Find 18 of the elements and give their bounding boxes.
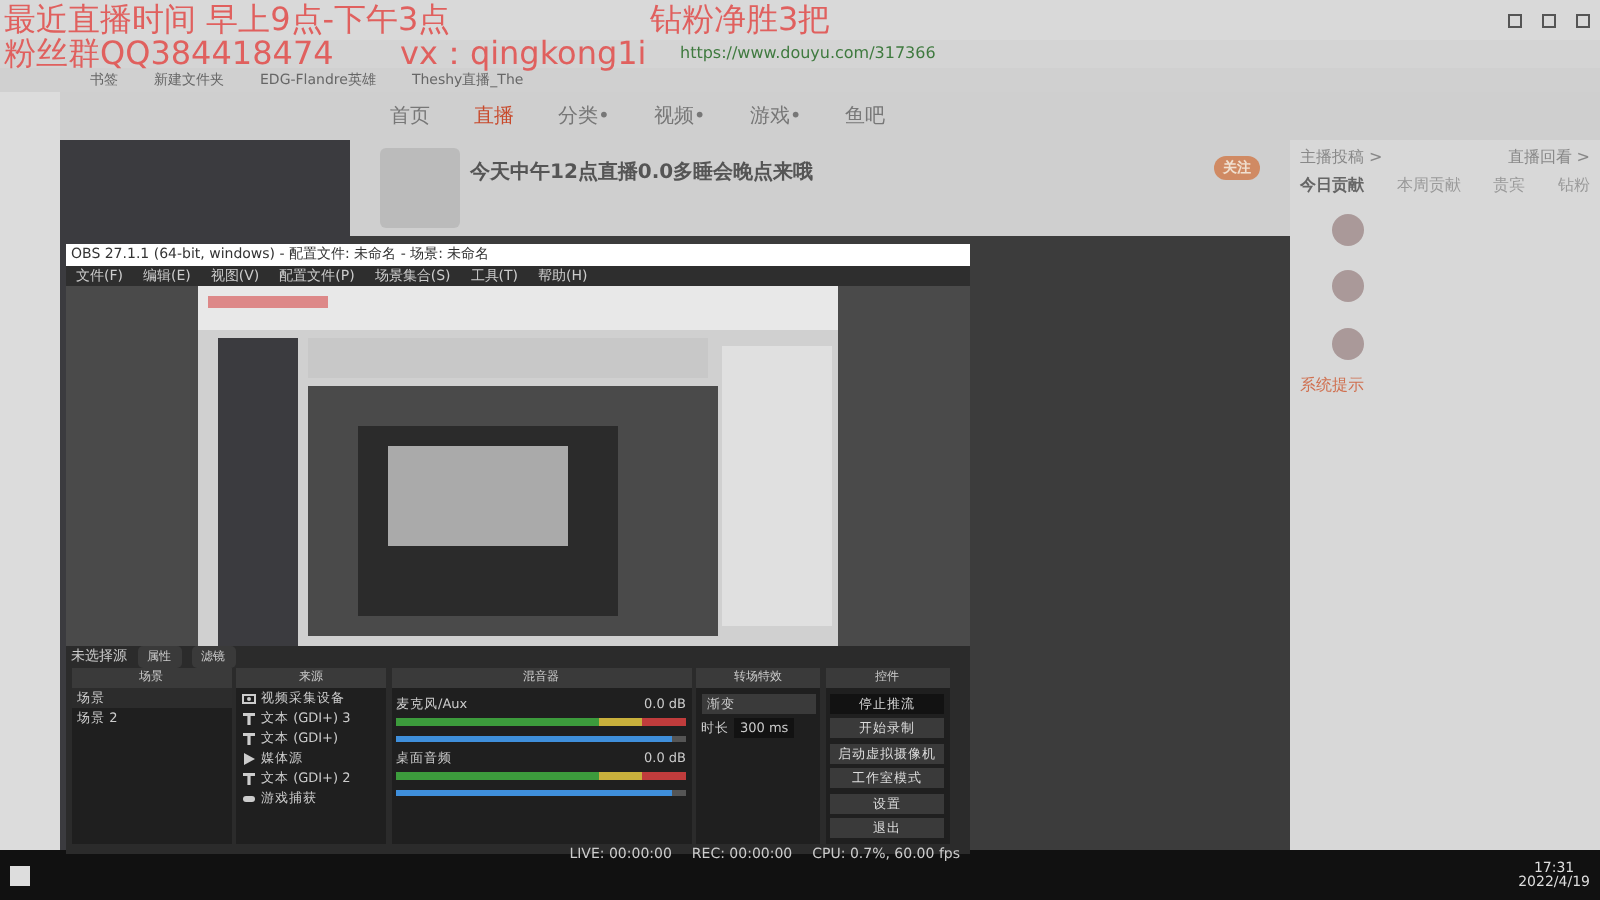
text-icon [242, 731, 256, 745]
play-icon [242, 751, 256, 765]
overlay-text: vx：qingkong1i [400, 38, 647, 70]
overlay-text: 最近直播时间 早上9点-下午3点 [4, 4, 451, 36]
gamepad-icon [242, 791, 256, 805]
text-icon [242, 711, 256, 725]
user-avatar [1332, 270, 1364, 302]
address-bar[interactable]: https://www.douyu.com/317366 [680, 42, 936, 66]
stream-title: 今天中午12点直播0.0多睡会晚点来哦 [470, 159, 814, 187]
camera-icon [242, 691, 256, 705]
start-icon[interactable] [10, 865, 30, 885]
overlay-text: 钻粉净胜3把 [650, 4, 831, 36]
text-icon [242, 771, 256, 785]
notice-label: 系统提示 [1300, 374, 1366, 398]
rank-tab[interactable]: 今日贡献 [1300, 174, 1364, 198]
user-avatar [1332, 213, 1364, 245]
user-avatar [1332, 327, 1364, 359]
overlay-text: 粉丝群QQ384418474 [4, 38, 334, 70]
